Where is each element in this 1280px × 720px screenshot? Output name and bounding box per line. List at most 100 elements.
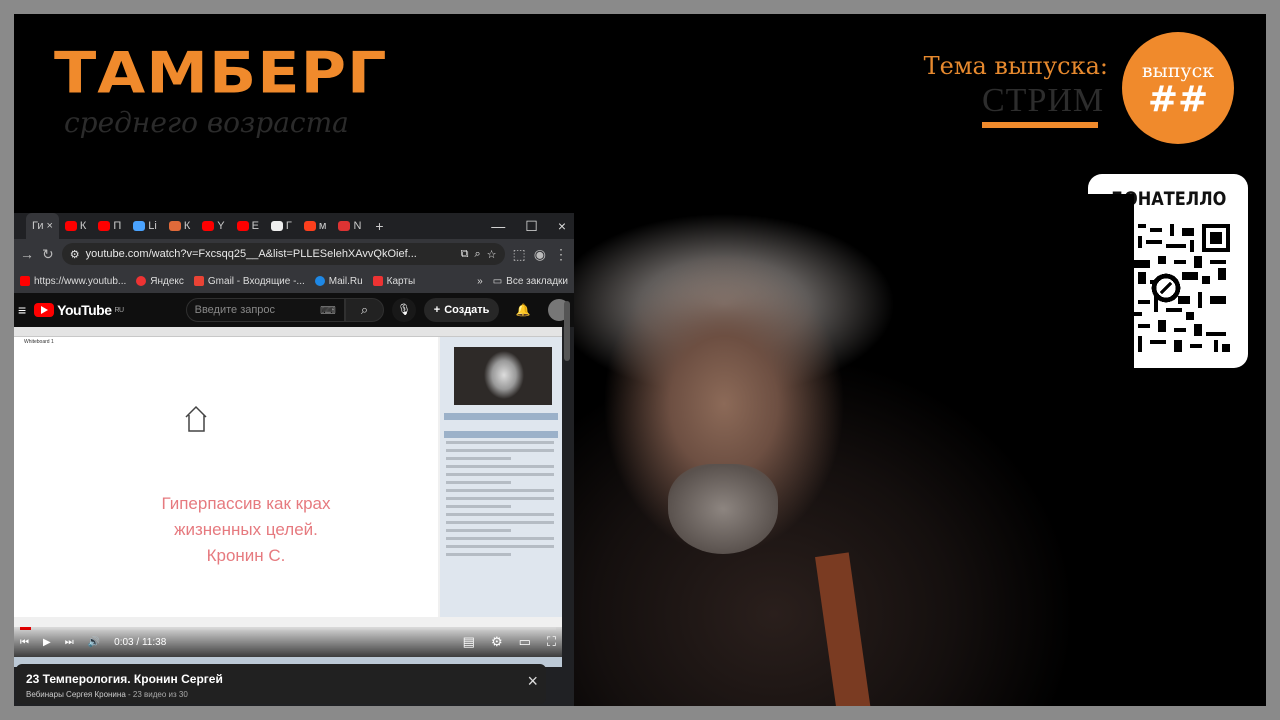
page-scrollbar[interactable] [564, 301, 570, 361]
webinar-camera-thumbnail [454, 347, 552, 405]
bookmarks-overflow-button[interactable]: » [477, 276, 483, 287]
close-icon[interactable]: × [527, 672, 538, 690]
youtube-icon [202, 221, 215, 231]
tab[interactable]: N [332, 213, 367, 239]
attendee-list-header [444, 413, 558, 420]
search-button[interactable]: ⌕ [344, 298, 385, 322]
tab-label: Li [148, 220, 157, 232]
extensions-icon[interactable]: ⬚ [513, 246, 526, 263]
video-player[interactable]: Whiteboard 1 Гиперпассив как крах жизнен… [14, 327, 562, 667]
chat-line [446, 441, 554, 444]
youtube-play-icon [34, 303, 55, 317]
tab[interactable]: К [59, 213, 92, 239]
notifications-bell-icon[interactable]: 🔔 [515, 303, 530, 317]
url-text: youtube.com/watch?v=Fxcsqq25__A&list=PLL… [85, 248, 417, 260]
issue-badge: выпуск ## [1122, 32, 1234, 144]
bookmark-mailru[interactable]: Mail.Ru [314, 275, 363, 287]
bookmark-label: Mail.Ru [328, 275, 363, 287]
close-window-button[interactable]: × [558, 218, 566, 235]
chat-line [446, 513, 554, 516]
hamburger-menu-icon[interactable]: ≡ [18, 302, 26, 318]
tab-close-icon[interactable]: × [46, 220, 52, 232]
time-display: 0:03 / 11:38 [114, 636, 167, 648]
bookmark-yandex[interactable]: Яндекс [136, 276, 184, 287]
playlist-position: - 23 видео из 30 [128, 690, 188, 699]
youtube-icon [20, 276, 30, 286]
show-subtitle: среднего возраста [64, 106, 349, 139]
keyboard-icon[interactable]: ⌨ [320, 304, 336, 317]
tab[interactable]: E [231, 213, 265, 239]
tab-bar: Ги × К П Li К Y E Г м N + — ☐ × [14, 213, 574, 239]
reload-icon[interactable]: ↻ [42, 246, 54, 263]
issue-number: ## [1147, 79, 1209, 120]
tab-label: Y [217, 220, 225, 232]
playlist-panel: 23 Темперология. Кронин Сергей Вебинары … [16, 664, 546, 704]
tab[interactable]: м [298, 213, 333, 239]
topic-underline [982, 122, 1098, 128]
all-bookmarks-label: Все закладки [506, 275, 568, 287]
chat-line [446, 465, 554, 468]
time-total: 11:38 [141, 636, 167, 648]
tab[interactable]: К [163, 213, 196, 239]
chat-header [444, 431, 558, 438]
yandex-icon [303, 221, 316, 231]
star-icon[interactable]: ☆ [487, 248, 497, 261]
calendar-icon [338, 221, 351, 231]
address-bar[interactable]: ⚙ youtube.com/watch?v=Fxcsqq25__A&list=P… [61, 243, 505, 265]
playlist-channel[interactable]: Вебинары Сергея Кронина [26, 690, 126, 699]
whiteboard: Whiteboard 1 [14, 337, 438, 617]
tab-active[interactable]: Ги × [26, 213, 59, 239]
bookmark-maps[interactable]: Карты [372, 276, 415, 287]
tab[interactable]: П [92, 213, 127, 239]
topic-label: Тема выпуска: [923, 52, 1108, 80]
tab-label: Ги [32, 220, 44, 232]
bookmarks-bar: https://www.youtub... Яндекс Gmail - Вхо… [14, 269, 574, 293]
youtube-logo[interactable]: YouTube RU [34, 302, 124, 318]
chat-line [446, 537, 554, 540]
create-label: Создать [444, 304, 490, 316]
plus-icon: + [433, 304, 441, 316]
menu-icon[interactable]: ⋮ [554, 246, 568, 263]
presenter-strap [815, 552, 871, 706]
chat-line [446, 457, 511, 460]
forward-icon[interactable]: → [20, 246, 34, 262]
player-controls-right: ▤ ⚙ ▭ ⛶ [463, 634, 556, 650]
previous-icon[interactable]: ⏮ [20, 637, 29, 648]
maps-icon [372, 276, 383, 286]
tab[interactable]: Г [265, 213, 298, 239]
chat-line [446, 473, 554, 476]
maximize-button[interactable]: ☐ [525, 218, 538, 235]
volume-icon[interactable]: 🔊 [88, 637, 100, 648]
play-icon[interactable]: ▶ [43, 637, 51, 648]
settings-gear-icon[interactable]: ⚙ [491, 634, 503, 650]
tab-label: E [251, 220, 259, 232]
microphone-icon[interactable]: 🎙 [392, 298, 416, 322]
youtube-logo-text: YouTube [57, 302, 112, 318]
minimize-button[interactable]: — [491, 218, 505, 235]
zoom-icon[interactable]: ⌕ [475, 248, 481, 261]
mailru-icon [314, 276, 325, 286]
theater-mode-icon[interactable]: ▭ [519, 634, 531, 650]
create-button[interactable]: + Создать [423, 298, 500, 322]
fullscreen-icon[interactable]: ⛶ [547, 634, 556, 650]
new-tab-button[interactable]: + [367, 218, 391, 234]
youtube-header: ≡ YouTube RU Введите запрос ⌨ ⌕ 🎙 + Созда… [14, 293, 574, 327]
slide-line: Кронин С. [206, 546, 286, 565]
playlist-title[interactable]: 23 Темперология. Кронин Сергей [26, 672, 223, 686]
tab[interactable]: Li [127, 213, 163, 239]
tab[interactable]: Y [196, 213, 230, 239]
next-icon[interactable]: ⏭ [65, 637, 74, 648]
profile-icon[interactable]: ◉ [534, 246, 546, 263]
site-info-icon[interactable]: ⚙ [70, 248, 80, 261]
slide-text: Гиперпассив как крах жизненных целей. Кр… [14, 491, 478, 569]
search-input[interactable]: Введите запрос ⌨ [185, 298, 345, 322]
bookmark-label: Gmail - Входящие -... [207, 275, 305, 287]
chat-messages [446, 441, 554, 561]
bookmark-gmail[interactable]: Gmail - Входящие -... [193, 275, 305, 287]
chat-line [446, 505, 511, 508]
subtitles-icon[interactable]: ▤ [463, 634, 475, 650]
bookmark-youtube[interactable]: https://www.youtub... [20, 276, 126, 287]
tab-label: Г [285, 220, 292, 232]
install-icon[interactable]: ⧉ [461, 248, 469, 261]
all-bookmarks-button[interactable]: ▭ Все закладки [493, 276, 568, 287]
